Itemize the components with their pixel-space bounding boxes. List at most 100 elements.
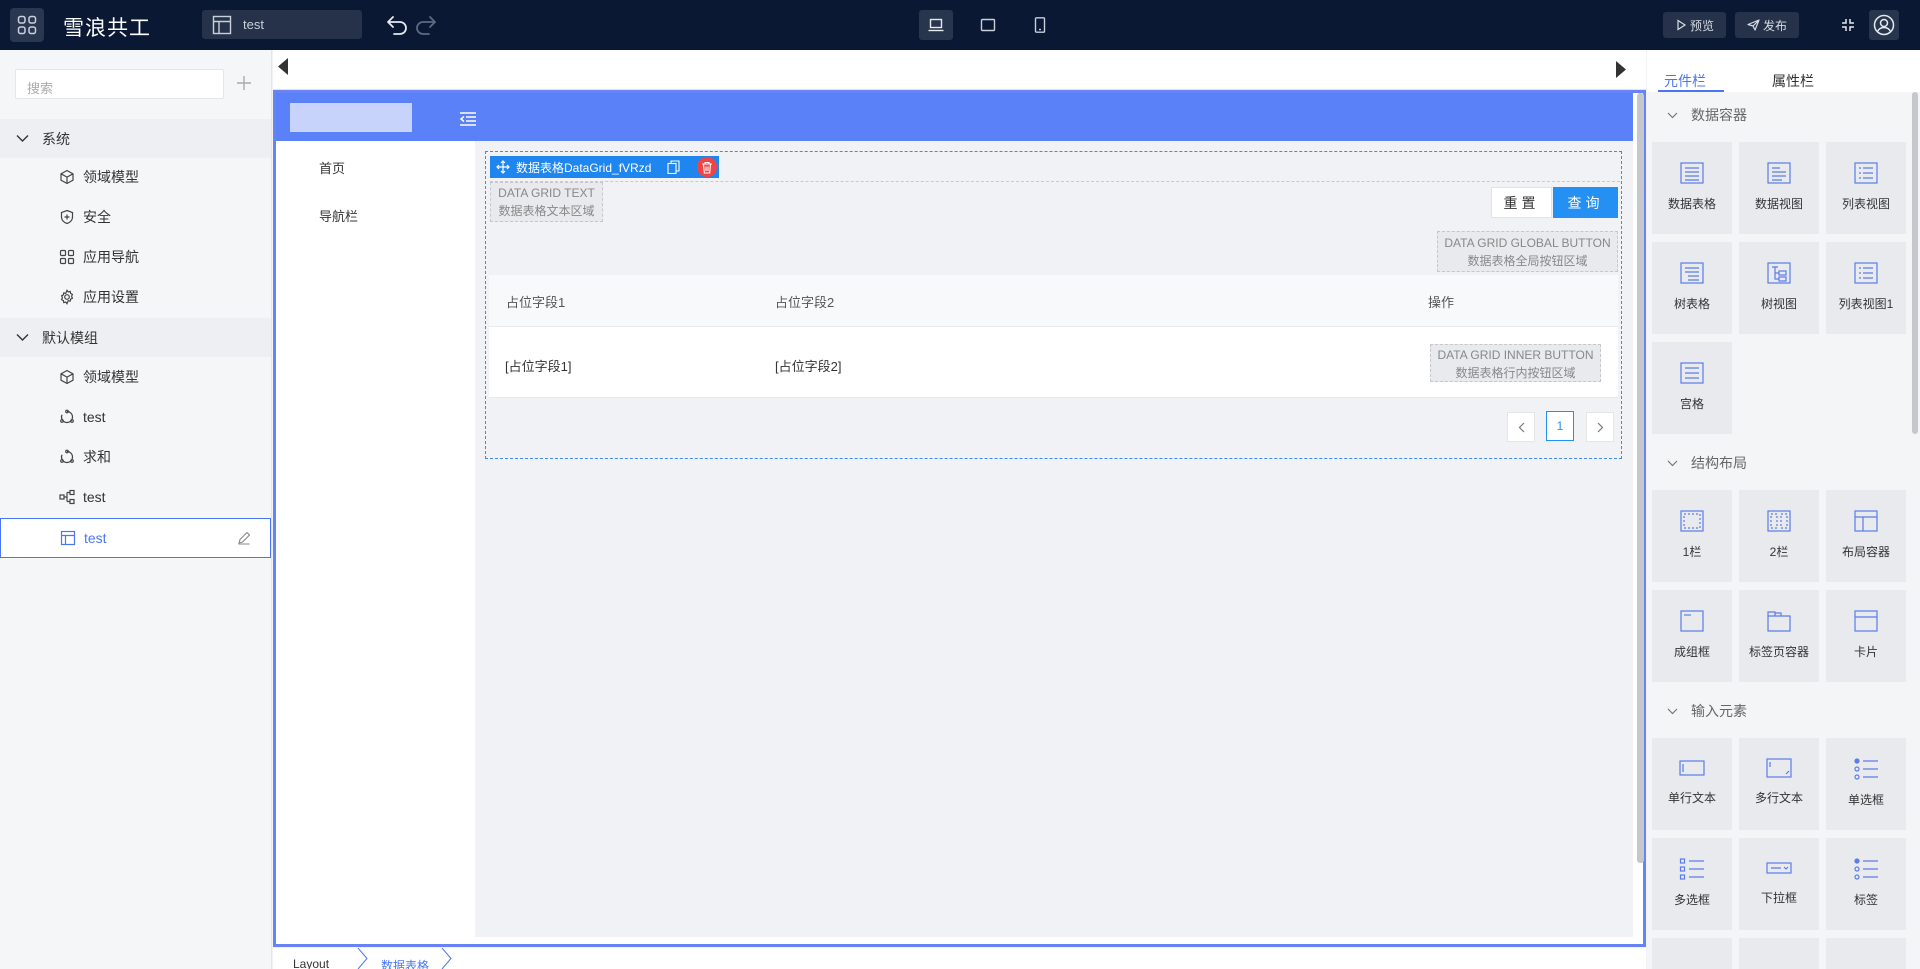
widget-list-view[interactable]: 列表视图 [1826,142,1906,234]
undo-icon[interactable] [385,15,409,35]
widget-radio[interactable]: 单选框 [1826,738,1906,830]
widget-partial[interactable] [1652,938,1732,969]
apps-grid-button[interactable] [10,8,44,42]
widget-data-view[interactable]: 数据视图 [1739,142,1819,234]
canvas-side-nav [276,141,475,937]
widget-tree-view[interactable]: 树视图 [1739,242,1819,334]
section-data-containers[interactable]: 数据容器 [1667,105,1747,125]
widget-tab-container[interactable]: 标签页容器 [1739,590,1819,682]
widget-multi-line-text[interactable]: 多行文本 [1739,738,1819,830]
canvas-horizontal-scrollbar[interactable] [273,50,1646,90]
widget-partial[interactable] [1739,938,1819,969]
breadcrumb-datagrid[interactable]: 数据表格 [381,957,429,969]
widget-list-view-1[interactable]: 列表视图1 [1826,242,1906,334]
logic-cycle-icon [60,409,74,424]
widget-single-line-text[interactable]: 单行文本 [1652,738,1732,830]
pagination-next-button[interactable] [1586,412,1614,442]
widget-2-columns[interactable]: 2栏 [1739,490,1819,582]
edit-pencil-icon[interactable] [237,531,251,545]
tree-item-label: test [83,409,106,425]
tab-widgets[interactable]: 元件栏 [1664,71,1706,91]
widget-label: 2栏 [1769,545,1789,559]
fullscreen-icon[interactable] [1840,17,1856,33]
widget-label: 多行文本 [1754,791,1803,805]
tree-item-label: test [84,530,107,546]
search-input[interactable]: 搜索 [15,69,224,99]
drag-move-icon[interactable] [496,160,510,174]
tab-properties[interactable]: 属性栏 [1772,71,1814,91]
chevron-down-icon [16,135,29,142]
widget-partial[interactable] [1826,938,1906,969]
canvas-vertical-scrollbar[interactable] [1637,93,1644,863]
reset-button[interactable]: 重置 [1491,187,1552,218]
pagination-page-current[interactable]: 1 [1546,411,1574,441]
canvas-nav-navbar[interactable]: 导航栏 [319,206,358,225]
layout-page-icon [212,15,232,35]
widget-group-box[interactable]: 成组框 [1652,590,1732,682]
widget-grid-palace[interactable]: 宫格 [1652,342,1732,434]
menu-fold-icon[interactable] [459,111,477,127]
canvas-app-header [276,93,1633,141]
tree-item-label: 领域模型 [83,169,139,185]
card-icon [1854,610,1878,632]
copy-icon[interactable] [667,160,680,174]
pagination-prev-button[interactable] [1507,412,1535,442]
redo-icon[interactable] [414,15,438,35]
user-avatar[interactable] [1869,10,1899,40]
delete-button[interactable] [697,157,717,177]
widget-data-table[interactable]: 数据表格 [1652,142,1732,234]
delete-component-button[interactable] [667,160,680,174]
widget-tree-table[interactable]: 树表格 [1652,242,1732,334]
widget-tag[interactable]: 标签 [1826,838,1906,930]
publish-button[interactable]: 发布 [1735,12,1799,38]
scroll-right-arrow-icon[interactable] [1616,61,1626,78]
section-input-elements[interactable]: 输入元素 [1667,701,1747,721]
widget-checkbox[interactable]: 多选框 [1652,838,1732,930]
widget-card[interactable]: 卡片 [1826,590,1906,682]
widget-layout-container[interactable]: 布局容器 [1826,490,1906,582]
tree-item-test-page-selected[interactable]: test [0,518,271,558]
scroll-left-arrow-icon[interactable] [278,58,288,75]
widget-label: 下拉框 [1760,891,1797,905]
datagrid-inner-button-slot[interactable]: DATA GRID INNER BUTTON 数据表格行内按钮区域 [1430,344,1601,382]
slot-title: DATA GRID TEXT [498,186,595,200]
layout-page-icon [60,530,76,546]
widget-label: 单选框 [1847,793,1884,807]
tree-item-sum-logic[interactable]: 求和 [0,437,271,477]
query-button[interactable]: 查询 [1553,187,1618,218]
tablet-view-button[interactable] [971,10,1005,40]
tree-item-label: 应用设置 [83,289,139,305]
tree-item-domain-model[interactable]: 领域模型 [0,157,271,197]
checkbox-list-icon [1679,858,1704,880]
trash-icon [702,161,712,174]
breadcrumb-separator-icon [441,948,452,969]
gear-icon [60,289,74,305]
preview-button[interactable]: 预览 [1663,12,1726,38]
canvas-logo-placeholder [290,103,412,132]
section-structure-layout[interactable]: 结构布局 [1667,453,1747,473]
right-panel-scrollbar[interactable] [1912,92,1918,434]
add-icon[interactable] [235,74,253,92]
widget-label: 标签 [1853,893,1878,907]
tree-item-test-process[interactable]: test [0,477,271,517]
tree-item-domain-model[interactable]: 领域模型 [0,357,271,397]
widget-1-column[interactable]: 1栏 [1652,490,1732,582]
tree-item-app-settings[interactable]: 应用设置 [0,277,271,317]
tree-item-test-logic[interactable]: test [0,397,271,437]
tree-group-default-module[interactable]: 默认模组 [0,318,271,357]
breadcrumb-layout[interactable]: Layout [293,957,329,969]
toolbar-divider [490,181,1620,182]
desktop-view-button[interactable] [919,10,953,40]
one-column-icon [1680,510,1704,532]
datagrid-text-slot[interactable]: DATA GRID TEXT 数据表格文本区域 [490,182,603,222]
tree-item-app-navigation[interactable]: 应用导航 [0,237,271,277]
datagrid-global-button-slot[interactable]: DATA GRID GLOBAL BUTTON 数据表格全局按钮区域 [1437,231,1618,272]
component-name: 数据表格DataGrid_fVRzd [516,160,652,175]
chevron-down-icon [1667,460,1678,466]
tree-group-system[interactable]: 系统 [0,119,271,158]
tree-item-security[interactable]: 安全 [0,197,271,237]
widget-dropdown[interactable]: 下拉框 [1739,838,1819,930]
chevron-down-icon [1667,112,1678,118]
canvas-nav-home[interactable]: 首页 [319,158,345,177]
phone-view-button[interactable] [1023,10,1057,40]
